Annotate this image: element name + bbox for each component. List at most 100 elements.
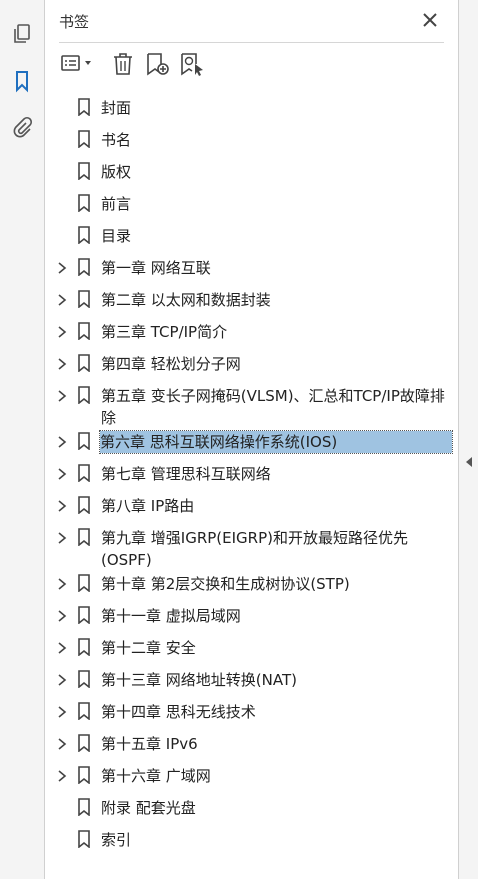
chevron-right-icon[interactable] [57,736,67,750]
bookmark-label: 书名 [101,131,132,149]
bookmark-label: 第十三章 网络地址转换(NAT) [101,671,297,689]
panel-title: 书签 [59,13,90,31]
bookmark-item[interactable]: 第十三章 网络地址转换(NAT) [45,664,458,696]
bookmark-label: 封面 [101,99,132,117]
bookmark-item[interactable]: 第四章 轻松划分子网 [45,348,458,380]
bookmark-item[interactable]: 第六章 思科互联网络操作系统(IOS) [45,426,458,458]
bookmark-label: 索引 [101,831,132,849]
bookmark-icon [77,798,91,817]
bookmark-item[interactable]: 目录 [45,220,458,252]
bookmark-icon [77,638,91,657]
header-divider [59,42,444,43]
bookmark-icon [77,130,91,149]
bookmark-icon[interactable] [10,69,34,93]
bookmark-item[interactable]: 第九章 增强IGRP(EIGRP)和开放最短路径优先(OSPF) [45,522,458,569]
chevron-right-icon[interactable] [57,324,67,338]
new-bookmark-from-structure-icon[interactable] [179,51,205,77]
panel-collapse-strip[interactable] [458,0,478,879]
bookmark-icon [77,258,91,277]
bookmark-item[interactable]: 附录 配套光盘 [45,792,458,824]
bookmark-icon [77,290,91,309]
bookmark-item[interactable]: 书名 [45,124,458,156]
bookmark-label: 附录 配套光盘 [101,799,196,817]
chevron-right-icon[interactable] [57,388,67,402]
bookmark-item[interactable]: 索引 [45,824,458,856]
bookmark-label: 第十一章 虚拟局域网 [101,607,241,625]
chevron-right-icon[interactable] [57,356,67,370]
bookmark-item[interactable]: 第十章 第2层交换和生成树协议(STP) [45,568,458,600]
bookmark-label: 第七章 管理思科互联网络 [101,465,271,483]
bookmark-item[interactable]: 第十六章 广域网 [45,760,458,792]
bookmark-label: 第一章 网络互联 [101,259,211,277]
chevron-right-icon[interactable] [57,672,67,686]
bookmark-item[interactable]: 前言 [45,188,458,220]
bookmark-icon [77,670,91,689]
chevron-right-icon[interactable] [57,434,67,448]
collapse-arrow-icon[interactable] [465,453,473,467]
chevron-right-icon[interactable] [57,466,67,480]
bookmark-item[interactable]: 第八章 IP路由 [45,490,458,522]
bookmark-label: 前言 [101,195,132,213]
bookmark-label: 第八章 IP路由 [101,497,195,515]
chevron-right-icon[interactable] [57,576,67,590]
bookmark-icon [77,734,91,753]
bookmark-icon [77,226,91,245]
bookmark-label: 目录 [101,227,132,245]
bookmark-icon [77,830,91,849]
bookmark-icon [77,528,91,547]
bookmark-icon [77,194,91,213]
bookmark-icon [77,606,91,625]
chevron-right-icon[interactable] [57,530,67,544]
bookmarks-panel: 书签 封面书名版权前言目录第一章 网络互联第二章 以太网和数据封装 第三章 TCP… [45,0,458,879]
options-menu-icon[interactable] [59,51,97,77]
bookmark-label: 版权 [101,163,132,181]
bookmark-icon [77,574,91,593]
new-bookmark-icon[interactable] [145,51,171,77]
bookmark-icon [77,386,91,405]
bookmark-icon [77,432,91,451]
bookmark-label: 第二章 以太网和数据封装 [101,291,271,309]
bookmark-label: 第十六章 广域网 [101,767,211,785]
bookmark-icon [77,464,91,483]
bookmark-label: 第六章 思科互联网络操作系统(IOS) [99,430,453,454]
close-icon[interactable] [421,11,439,29]
bookmark-icon [77,496,91,515]
bookmark-item[interactable]: 第二章 以太网和数据封装 [45,284,458,316]
bookmark-label: 第十章 第2层交换和生成树协议(STP) [101,575,350,593]
chevron-right-icon[interactable] [57,640,67,654]
bookmark-item[interactable]: 第十二章 安全 [45,632,458,664]
chevron-right-icon[interactable] [57,768,67,782]
bookmark-item[interactable]: 第一章 网络互联 [45,252,458,284]
bookmark-item[interactable]: 封面 [45,92,458,124]
bookmark-label: 第五章 变长子网掩码(VLSM)、汇总和TCP/IP故障排除 [101,387,445,427]
bookmark-item[interactable]: 第十一章 虚拟局域网 [45,600,458,632]
bookmark-label: 第十五章 IPv6 [101,735,198,753]
bookmark-label: 第四章 轻松划分子网 [101,355,241,373]
bookmark-label: 第十二章 安全 [101,639,196,657]
chevron-right-icon[interactable] [57,704,67,718]
bookmark-item[interactable]: 第十五章 IPv6 [45,728,458,760]
bookmark-icon [77,98,91,117]
delete-icon[interactable] [111,51,135,77]
pages-icon[interactable] [10,22,34,46]
bookmark-icon [77,354,91,373]
bookmark-item[interactable]: 第七章 管理思科互联网络 [45,458,458,490]
bookmark-label: 第十四章 思科无线技术 [101,703,256,721]
chevron-right-icon[interactable] [57,260,67,274]
bookmarks-toolbar [45,46,458,84]
bookmark-label: 第九章 增强IGRP(EIGRP)和开放最短路径优先(OSPF) [101,529,408,569]
bookmark-icon [77,766,91,785]
chevron-right-icon[interactable] [57,498,67,512]
bookmark-item[interactable]: 第五章 变长子网掩码(VLSM)、汇总和TCP/IP故障排除 [45,380,458,427]
chevron-right-icon[interactable] [57,608,67,622]
bookmark-item[interactable]: 第三章 TCP/IP简介 [45,316,458,348]
chevron-right-icon[interactable] [57,292,67,306]
bookmark-item[interactable]: 版权 [45,156,458,188]
bookmark-icon [77,162,91,181]
bookmark-icon [77,702,91,721]
attachment-icon[interactable] [10,116,34,140]
bookmark-label: 第三章 TCP/IP简介 [101,323,228,341]
left-nav-rail [0,0,45,879]
bookmark-icon [77,322,91,341]
bookmark-item[interactable]: 第十四章 思科无线技术 [45,696,458,728]
